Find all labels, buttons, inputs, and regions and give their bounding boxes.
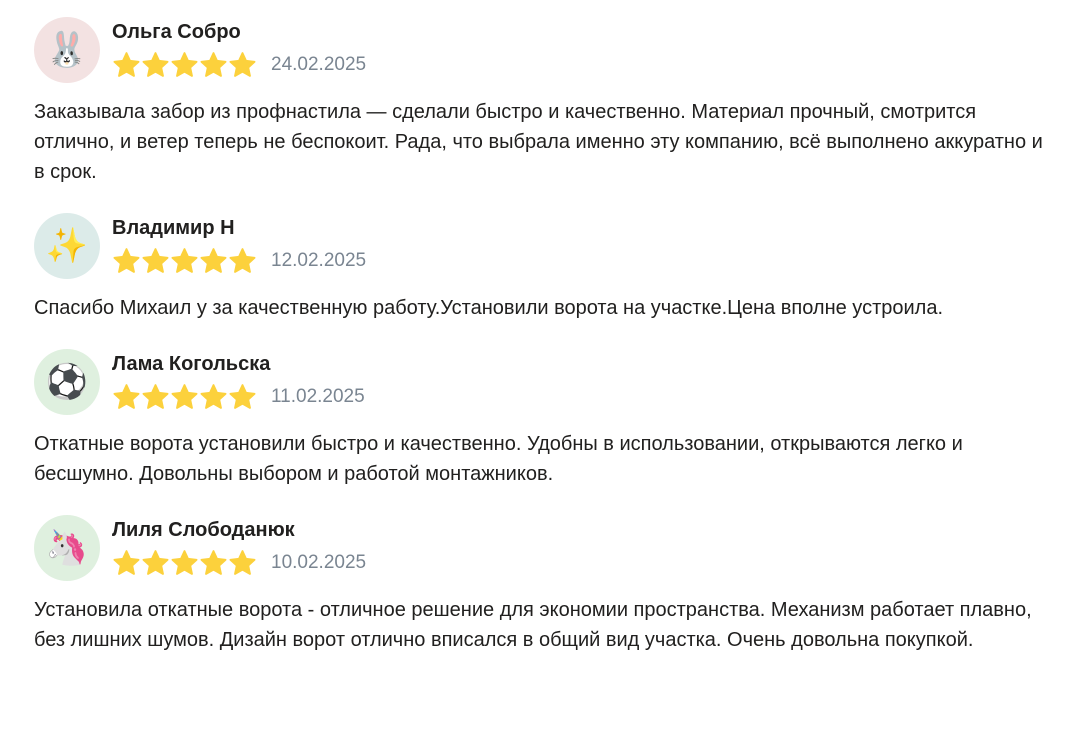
- review-card: ✨ Владимир Н 12.02.2025 Спасибо Михаил у…: [34, 213, 1044, 323]
- star-icon: [141, 549, 170, 576]
- star-icon: [141, 383, 170, 410]
- rating-stars: [112, 383, 257, 410]
- review-text: Спасибо Михаил у за качественную работу.…: [34, 297, 944, 319]
- soccer-ball-icon[interactable]: ⚽: [34, 349, 100, 415]
- review-header: ✨ Владимир Н 12.02.2025: [34, 213, 1044, 279]
- star-icon: [141, 247, 170, 274]
- rating-row: 10.02.2025: [112, 549, 366, 576]
- review-header: 🐰 Ольга Собро 24.02.2025: [34, 17, 1044, 83]
- review-meta: Ольга Собро 24.02.2025: [112, 17, 366, 78]
- review-card: 🦄 Лиля Слободанюк 10.02.2025 Установила …: [34, 515, 1044, 655]
- star-icon: [112, 549, 141, 576]
- review-text: Откатные ворота установили быстро и каче…: [34, 433, 963, 485]
- review-meta: Лама Когольска 11.02.2025: [112, 349, 365, 410]
- review-text: Установила откатные ворота - отличное ре…: [34, 599, 1032, 651]
- star-icon: [199, 51, 228, 78]
- bunny-face-icon[interactable]: 🐰: [34, 17, 100, 83]
- reviews-list: 🐰 Ольга Собро 24.02.2025 Заказывала забо…: [34, 17, 1044, 681]
- author-name[interactable]: Лама Когольска: [112, 352, 365, 376]
- author-name[interactable]: Ольга Собро: [112, 20, 366, 44]
- review-header: ⚽ Лама Когольска 11.02.2025: [34, 349, 1044, 415]
- star-icon: [228, 549, 257, 576]
- author-name[interactable]: Лиля Слободанюк: [112, 518, 366, 542]
- star-icon: [112, 51, 141, 78]
- star-icon: [112, 383, 141, 410]
- rating-row: 24.02.2025: [112, 51, 366, 78]
- rating-stars: [112, 247, 257, 274]
- review-date: 24.02.2025: [271, 53, 367, 75]
- star-icon: [228, 383, 257, 410]
- star-icon: [199, 247, 228, 274]
- review-card: 🐰 Ольга Собро 24.02.2025 Заказывала забо…: [34, 17, 1044, 187]
- review-card: ⚽ Лама Когольска 11.02.2025 Откатные вор…: [34, 349, 1044, 489]
- star-icon: [170, 247, 199, 274]
- star-icon: [141, 51, 170, 78]
- star-icon: [199, 549, 228, 576]
- star-icon: [112, 247, 141, 274]
- rating-stars: [112, 51, 257, 78]
- review-date: 10.02.2025: [271, 551, 367, 573]
- rating-row: 11.02.2025: [112, 383, 365, 410]
- star-icon: [170, 383, 199, 410]
- unicorn-face-icon[interactable]: 🦄: [34, 515, 100, 581]
- rating-stars: [112, 549, 257, 576]
- star-icon: [170, 549, 199, 576]
- star-icon: [199, 383, 228, 410]
- author-name[interactable]: Владимир Н: [112, 216, 366, 240]
- review-meta: Лиля Слободанюк 10.02.2025: [112, 515, 366, 576]
- review-header: 🦄 Лиля Слободанюк 10.02.2025: [34, 515, 1044, 581]
- review-meta: Владимир Н 12.02.2025: [112, 213, 366, 274]
- star-icon: [228, 51, 257, 78]
- sparkles-icon[interactable]: ✨: [34, 213, 100, 279]
- star-icon: [170, 51, 199, 78]
- review-date: 12.02.2025: [271, 249, 367, 271]
- review-text: Заказывала забор из профнастила — сделал…: [34, 101, 1043, 183]
- review-date: 11.02.2025: [271, 385, 365, 407]
- rating-row: 12.02.2025: [112, 247, 366, 274]
- star-icon: [228, 247, 257, 274]
